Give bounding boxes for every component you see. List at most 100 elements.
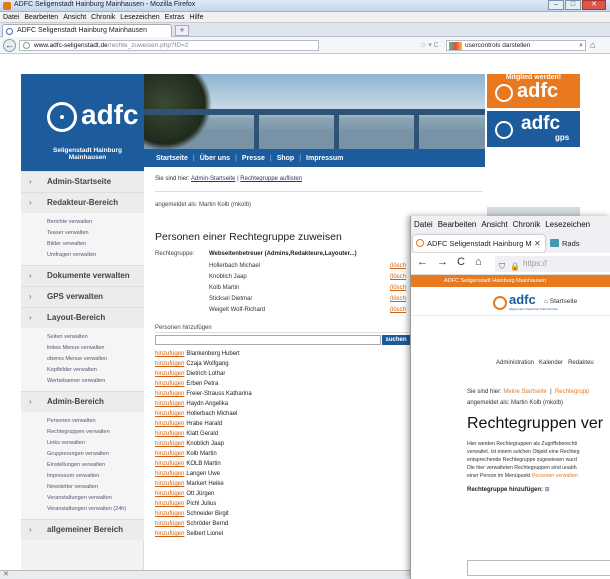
delete-member-link[interactable]: (lösch <box>390 274 406 280</box>
group-search-input[interactable] <box>467 560 610 576</box>
menu-item[interactable]: oberes Menue verwalten <box>21 354 144 365</box>
menu-item[interactable]: Teaser verwalten <box>21 228 144 239</box>
member-banner[interactable]: Mitglied werden! adfc <box>487 74 580 108</box>
add-icon[interactable]: ⊞ <box>545 487 550 493</box>
forward-icon[interactable]: → <box>437 256 448 268</box>
subnav-redakteur[interactable]: Redakteu <box>568 360 594 366</box>
menu-item[interactable]: Bilder verwalten <box>21 239 144 250</box>
url-bar[interactable]: ⛉ 🔒 https:// <box>495 256 610 272</box>
menu-section-gps[interactable]: › GPS verwalten <box>21 286 144 307</box>
add-person-link[interactable]: hinzufügen <box>155 381 184 387</box>
nav-ueber-uns[interactable]: Über uns <box>200 155 230 162</box>
menu-ansicht[interactable]: Ansicht <box>481 220 507 229</box>
menu-lesezeichen[interactable]: Lesezeichen <box>120 12 159 22</box>
menu-datei[interactable]: Datei <box>414 220 433 229</box>
menu-bearbeiten[interactable]: Bearbeiten <box>24 12 58 22</box>
home-icon[interactable]: ⌂ <box>590 40 595 50</box>
close-button[interactable]: ✕ <box>582 0 606 10</box>
breadcrumb-admin-startseite[interactable]: Admin-Startseite <box>191 176 235 182</box>
menu-item[interactable]: Veranstaltungen verwalten (24h) <box>21 504 144 515</box>
personen-verwalten-link[interactable]: Personen verwalten <box>532 473 578 479</box>
add-person-link[interactable]: hinzufügen <box>155 361 184 367</box>
search-bar[interactable]: usercontrols darstellen ⌕ <box>446 40 586 51</box>
tab-rads[interactable]: Rads <box>548 235 610 252</box>
add-person-link[interactable]: hinzufügen <box>155 431 184 437</box>
menu-item[interactable]: Werbebanner verwalten <box>21 376 144 387</box>
menu-section-admin-startseite[interactable]: › Admin-Startseite <box>21 171 144 192</box>
add-person-link[interactable]: hinzufügen <box>155 421 184 427</box>
search-button[interactable]: suchen <box>382 335 410 345</box>
menu-item[interactable]: Impressum verwalten <box>21 471 144 482</box>
breadcrumb-meine-startseite[interactable]: Meine Startseite <box>503 389 546 395</box>
delete-member-link[interactable]: (lösch <box>390 285 406 291</box>
menu-item[interactable]: Kopfbilder verwalten <box>21 365 144 376</box>
menu-item[interactable]: Rechtegruppen verwalten <box>21 427 144 438</box>
close-tab-icon[interactable]: ✕ <box>532 235 543 252</box>
menu-section-admin[interactable]: › Admin-Bereich <box>21 391 144 412</box>
add-person-link[interactable]: hinzufügen <box>155 531 184 537</box>
menu-section-allgemein[interactable]: › allgemeiner Bereich <box>21 519 144 540</box>
close-findbar-icon[interactable]: ✕ <box>3 570 9 578</box>
menu-chronik[interactable]: Chronik <box>513 220 541 229</box>
gps-banner[interactable]: adfc gps <box>487 111 580 147</box>
menu-lesezeichen[interactable]: Lesezeichen <box>545 220 590 229</box>
menu-datei[interactable]: Datei <box>3 12 19 22</box>
add-person-link[interactable]: hinzufügen <box>155 491 184 497</box>
menu-item[interactable]: Berichte verwalten <box>21 217 144 228</box>
adfc-logo[interactable]: adfc <box>509 292 536 307</box>
subnav-kalender[interactable]: Kalender <box>539 360 563 366</box>
maximize-button[interactable]: □ <box>565 0 581 10</box>
subnav-administration[interactable]: Administration <box>496 360 534 366</box>
add-person-link[interactable]: hinzufügen <box>155 371 184 377</box>
menu-item[interactable]: linkes Menue verwalten <box>21 343 144 354</box>
menu-item[interactable]: Links verwalten <box>21 438 144 449</box>
add-person-link[interactable]: hinzufügen <box>155 471 184 477</box>
nav-startseite[interactable]: ⌂ Startseite <box>544 298 577 305</box>
url-bar[interactable]: www.adfc-seligenstadt.de/rechte_zuweisen… <box>19 40 319 51</box>
nav-shop[interactable]: Shop <box>277 155 295 162</box>
adfc-logo[interactable]: adfc Seligenstadt Hainburg Mainhausen <box>21 74 144 171</box>
menu-item[interactable]: Personen verwalten <box>21 416 144 427</box>
menu-item[interactable]: Veranstaltungen verwalten <box>21 493 144 504</box>
tab-adfc[interactable]: ADFC Seligenstadt Hainburg Mainhausen <box>2 24 172 37</box>
person-search-input[interactable] <box>155 335 381 345</box>
back-icon[interactable]: ← <box>417 256 428 268</box>
menu-item[interactable]: Umfragen verwalten <box>21 250 144 261</box>
add-person-link[interactable]: hinzufügen <box>155 501 184 507</box>
delete-member-link[interactable]: (lösch <box>390 307 406 313</box>
menu-section-redakteur[interactable]: › Redakteur-Bereich <box>21 192 144 213</box>
new-tab-button[interactable]: + <box>175 25 189 36</box>
home-icon[interactable]: ⌂ <box>475 256 482 268</box>
add-person-link[interactable]: hinzufügen <box>155 401 184 407</box>
add-person-link[interactable]: hinzufügen <box>155 451 184 457</box>
nav-presse[interactable]: Presse <box>242 155 265 162</box>
delete-member-link[interactable]: (lösch <box>390 296 406 302</box>
breadcrumb-rechtegruppe[interactable]: Rechtegrupp <box>555 389 589 395</box>
menu-item[interactable]: Newsletter verwalten <box>21 482 144 493</box>
breadcrumb-rechtegruppe[interactable]: Rechtegruppe auflisten <box>240 176 302 182</box>
add-person-link[interactable]: hinzufügen <box>155 411 184 417</box>
reload-icon[interactable]: C <box>457 256 465 268</box>
back-button[interactable]: ← <box>3 39 16 52</box>
tab-adfc[interactable]: ADFC Seligenstadt Hainburg M ✕ <box>413 235 545 252</box>
delete-member-link[interactable]: (lösch <box>390 263 406 269</box>
menu-item[interactable]: Einstellungen verwalten <box>21 460 144 471</box>
menu-hilfe[interactable]: Hilfe <box>189 12 203 22</box>
add-person-link[interactable]: hinzufügen <box>155 511 184 517</box>
search-engine-icon[interactable] <box>449 42 462 50</box>
menu-item[interactable]: Gruppierungen verwalten <box>21 449 144 460</box>
menu-bearbeiten[interactable]: Bearbeiten <box>438 220 477 229</box>
add-person-link[interactable]: hinzufügen <box>155 521 184 527</box>
add-person-link[interactable]: hinzufügen <box>155 461 184 467</box>
add-person-link[interactable]: hinzufügen <box>155 391 184 397</box>
nav-impressum[interactable]: Impressum <box>306 155 343 162</box>
minimize-button[interactable]: – <box>548 0 564 10</box>
search-icon[interactable]: ⌕ <box>579 41 583 50</box>
menu-section-layout[interactable]: › Layout-Bereich <box>21 307 144 328</box>
menu-item[interactable]: Seiten verwalten <box>21 332 144 343</box>
add-person-link[interactable]: hinzufügen <box>155 481 184 487</box>
menu-chronik[interactable]: Chronik <box>91 12 115 22</box>
menu-section-dokumente[interactable]: › Dokumente verwalten <box>21 265 144 286</box>
add-person-link[interactable]: hinzufügen <box>155 351 184 357</box>
add-person-link[interactable]: hinzufügen <box>155 441 184 447</box>
